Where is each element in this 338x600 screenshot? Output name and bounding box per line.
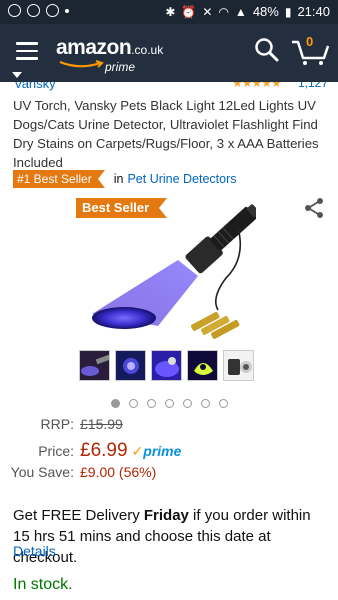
share-icon[interactable] <box>303 197 325 219</box>
price-value: £6.99 <box>80 440 128 461</box>
gallery-dot[interactable] <box>201 399 210 408</box>
search-icon <box>255 38 279 62</box>
alarm-icon: ⏰ <box>181 4 197 19</box>
prime-check-icon: ✓ <box>131 443 144 459</box>
savings-value: £9.00 (56%) <box>80 464 157 480</box>
gallery-dot[interactable] <box>129 399 138 408</box>
logo-prime: prime <box>105 60 136 74</box>
notification-icon <box>8 4 21 17</box>
gallery-pagination <box>111 399 228 408</box>
thumbnail-image[interactable] <box>79 350 110 381</box>
prime-badge: ✓prime <box>132 443 182 460</box>
best-seller-row: #1 Best Seller in Pet Urine Detectors <box>13 170 237 188</box>
price-label: Price: <box>38 443 74 459</box>
cart-count: 0 <box>306 34 314 49</box>
rrp-label: RRP: <box>40 416 74 432</box>
brand-link[interactable]: Vansky <box>14 82 56 91</box>
battery-icon: ▮ <box>284 4 292 19</box>
clock: 21:40 <box>297 4 330 19</box>
gallery-dot[interactable] <box>183 399 192 408</box>
notification-icons <box>8 4 69 17</box>
prime-text: prime <box>143 443 182 459</box>
search-button[interactable] <box>254 37 280 63</box>
product-title: UV Torch, Vansky Pets Black Light 12Led … <box>13 98 319 170</box>
delivery-message: Get FREE Delivery Friday if you order wi… <box>13 505 331 568</box>
star-rating-icon[interactable]: ★★★★★ <box>232 82 282 90</box>
rating-count[interactable]: 1,127 <box>298 82 328 90</box>
best-seller-in-label: in <box>113 172 124 186</box>
bluetooth-icon: ✱ <box>165 4 176 19</box>
price-row: Price: £6.99 ✓prime <box>0 440 181 462</box>
product-image[interactable] <box>86 198 256 346</box>
app-header: amazon.co.uk prime 0 <box>0 24 338 82</box>
messenger-icon <box>27 4 40 17</box>
thumbnail-image[interactable] <box>187 350 218 381</box>
system-icons: ✱ ⏰ ✕ ◠ ▲ 48% ▮ 21:40 <box>165 4 330 19</box>
thumbnail-strip <box>79 350 254 381</box>
menu-icon[interactable] <box>16 42 38 60</box>
gallery-dot[interactable] <box>147 399 156 408</box>
thumbnail-image[interactable] <box>151 350 182 381</box>
chevron-down-icon[interactable] <box>12 72 22 78</box>
battery-percent: 48% <box>252 4 279 19</box>
delivery-details-link[interactable]: Details <box>13 543 56 559</box>
chat-icon <box>46 4 59 17</box>
best-seller-badge: #1 Best Seller <box>13 170 105 188</box>
wifi-icon: ◠ <box>218 4 229 19</box>
delivery-prefix: Get FREE Delivery <box>13 507 144 524</box>
savings-label: You Save: <box>10 464 74 480</box>
logo-word: amazon <box>56 36 132 59</box>
savings-row: You Save: £9.00 (56%) <box>0 464 157 486</box>
status-bar: ✱ ⏰ ✕ ◠ ▲ 48% ▮ 21:40 <box>0 0 338 24</box>
rrp-row: RRP: £15.99 <box>0 416 123 438</box>
amazon-logo[interactable]: amazon.co.uk prime <box>56 36 164 74</box>
thumbnail-image[interactable] <box>223 350 254 381</box>
cart-button[interactable]: 0 <box>290 34 330 66</box>
smile-arrow-icon <box>59 60 104 68</box>
rrp-value: £15.99 <box>80 416 123 432</box>
more-notifications-icon <box>65 8 69 13</box>
image-best-seller-badge: Best Seller <box>76 198 168 218</box>
gallery-dot[interactable] <box>165 399 174 408</box>
delivery-day: Friday <box>143 507 189 524</box>
gallery-dot[interactable] <box>219 399 228 408</box>
logo-tld: .co.uk <box>131 43 164 57</box>
thumbnail-image[interactable] <box>115 350 146 381</box>
signal-icon: ▲ <box>234 4 247 19</box>
mute-icon: ✕ <box>202 4 213 19</box>
brand-rating-row: Vansky ★★★★★ 1,127 <box>0 82 338 94</box>
stock-status: In stock. <box>13 576 73 593</box>
gallery-dot[interactable] <box>111 399 120 408</box>
best-seller-category-link[interactable]: Pet Urine Detectors <box>127 172 236 186</box>
